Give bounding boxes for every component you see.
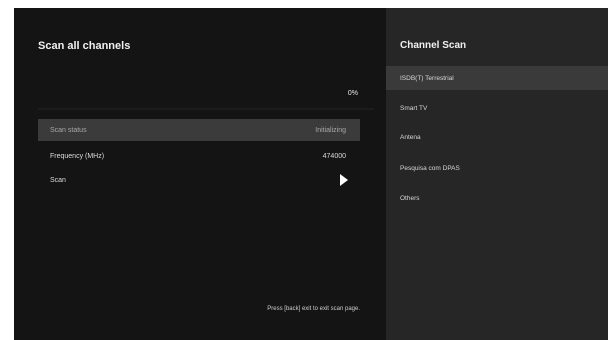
play-icon[interactable] bbox=[340, 174, 348, 186]
scan-label: Scan bbox=[50, 176, 66, 184]
menu-item-label: Others bbox=[400, 194, 420, 202]
menu-item-label: Smart TV bbox=[400, 104, 428, 112]
menu-item-label: Pesquisa com DPAS bbox=[400, 164, 460, 172]
channel-scan-panel: Channel Scan ISDB(T) Terrestrial Smart T… bbox=[386, 8, 608, 340]
menu-item-label: Antena bbox=[400, 133, 421, 141]
menu-item-smart-tv[interactable]: Smart TV bbox=[386, 96, 608, 120]
menu-item-isdbt-terrestrial[interactable]: ISDB(T) Terrestrial bbox=[386, 66, 608, 90]
menu-item-pesquisa-dpas[interactable]: Pesquisa com DPAS bbox=[386, 156, 608, 180]
tv-screen: Scan all channels 0% Scan status Initial… bbox=[14, 8, 608, 340]
menu-item-antena[interactable]: Antena bbox=[386, 125, 608, 149]
panel-title: Channel Scan bbox=[400, 40, 467, 51]
scan-row[interactable]: Scan bbox=[38, 169, 360, 191]
scan-status-value: Initializing bbox=[315, 126, 346, 134]
frequency-label: Frequency (MHz) bbox=[50, 152, 105, 160]
scan-status-label: Scan status bbox=[50, 126, 87, 134]
frequency-row[interactable]: Frequency (MHz) 474000 bbox=[38, 145, 360, 167]
scan-status-row[interactable]: Scan status Initializing bbox=[38, 119, 360, 141]
progress-readout: 0% bbox=[347, 90, 358, 97]
scan-pane: Scan all channels 0% Scan status Initial… bbox=[14, 8, 386, 340]
exit-hint: Press [back] exit to exit scan page. bbox=[267, 306, 360, 312]
progress-bar bbox=[38, 108, 374, 110]
frequency-value: 474000 bbox=[322, 152, 346, 160]
menu-item-label: ISDB(T) Terrestrial bbox=[400, 74, 454, 82]
page-title: Scan all channels bbox=[38, 40, 131, 52]
menu-item-others[interactable]: Others bbox=[386, 186, 608, 210]
